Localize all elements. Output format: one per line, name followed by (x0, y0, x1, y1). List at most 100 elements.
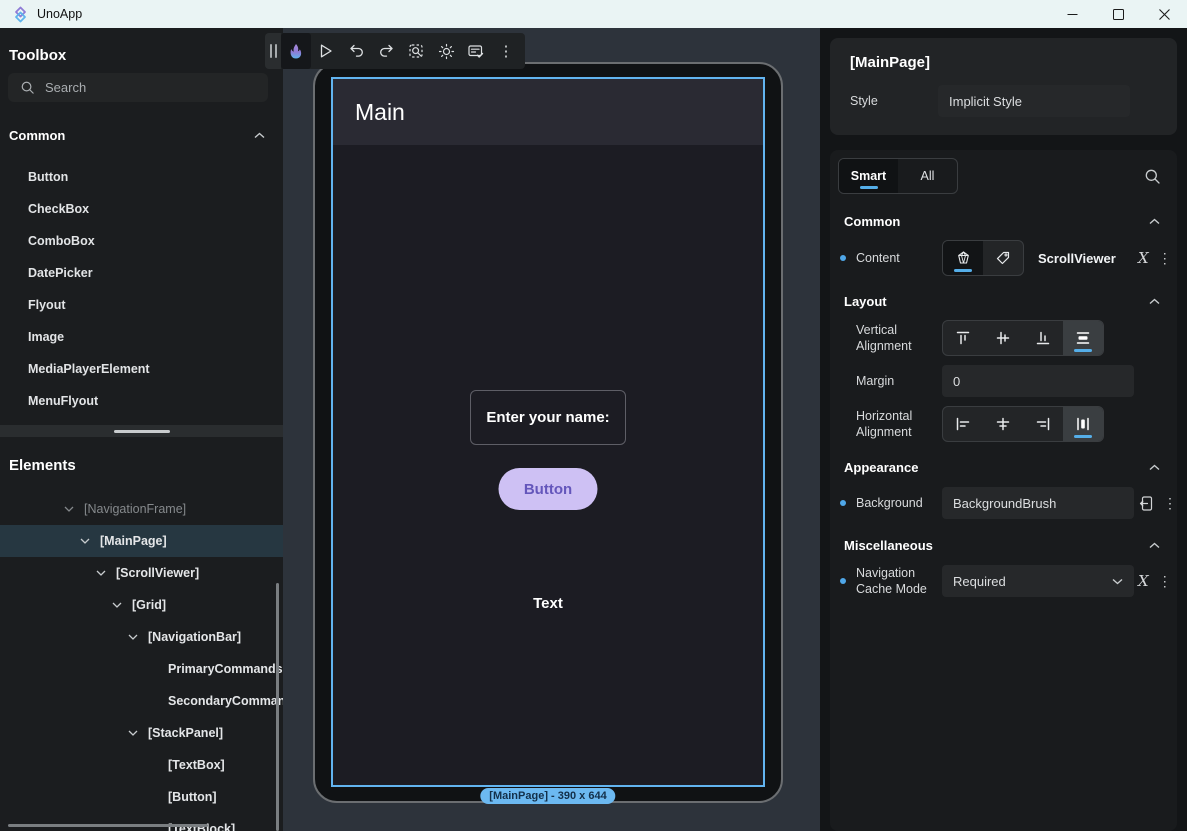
align-right-icon (1034, 415, 1052, 433)
tree-item-mainpage[interactable]: [MainPage] (0, 525, 283, 557)
chevron-down-icon[interactable] (128, 730, 148, 736)
tree-item-secondarycommands[interactable]: SecondaryCommands (0, 685, 283, 717)
content-tag-mode-button[interactable] (983, 241, 1023, 275)
selected-element-card: [MainPage] Style Implicit Style (830, 38, 1177, 135)
inspect-element-button[interactable] (401, 33, 431, 69)
tree-item-scrollviewer[interactable]: [ScrollViewer] (0, 557, 283, 589)
tree-item-button[interactable]: [Button] (0, 781, 283, 813)
content-value[interactable]: ScrollViewer (1038, 251, 1116, 266)
undo-button[interactable] (341, 33, 371, 69)
chevron-down-icon[interactable] (64, 506, 84, 512)
style-rules-button[interactable] (461, 33, 491, 69)
tree-item-grid[interactable]: [Grid] (0, 589, 283, 621)
search-input[interactable] (45, 80, 245, 95)
halign-center-button[interactable] (983, 407, 1023, 441)
content-element-mode-button[interactable] (943, 241, 983, 275)
toolbar-drag-handle[interactable] (265, 33, 281, 69)
inspect-icon (408, 43, 425, 60)
chevron-down-icon (1112, 578, 1123, 585)
tree-item-textbox[interactable]: [TextBox] (0, 749, 283, 781)
xaml-markup-icon[interactable]: X (1138, 249, 1149, 267)
valign-top-button[interactable] (943, 321, 983, 355)
toolbox-item-checkbox[interactable]: CheckBox (0, 193, 283, 225)
design-canvas[interactable]: Main Enter your name: Button Text [MainP… (283, 28, 820, 831)
toolbox-section-common[interactable]: Common (0, 121, 283, 149)
toolbox-search[interactable] (8, 73, 268, 102)
design-page-mainpage[interactable]: Main Enter your name: Button Text (331, 77, 765, 787)
toolbox-item-button[interactable]: Button (0, 161, 283, 193)
maximize-icon (1113, 9, 1124, 20)
minimize-button[interactable] (1049, 0, 1095, 28)
more-options-button[interactable]: ⋮ (491, 33, 521, 69)
valign-bottom-button[interactable] (1023, 321, 1063, 355)
elements-vertical-scrollbar[interactable] (276, 583, 279, 831)
design-textblock[interactable]: Text (533, 595, 563, 612)
resource-reference-icon[interactable] (1138, 495, 1154, 512)
halign-right-button[interactable] (1023, 407, 1063, 441)
halign-stretch-button[interactable] (1063, 407, 1103, 441)
elements-horizontal-scrollbar[interactable] (8, 824, 208, 827)
flame-icon (288, 43, 304, 60)
xaml-markup-icon[interactable]: X (1138, 572, 1149, 590)
margin-label: Margin (856, 373, 942, 389)
properties-tabs-row: Smart All (830, 150, 1177, 200)
kebab-menu-icon[interactable]: ⋮ (1158, 574, 1172, 588)
toolbox-item-mediaplayerelement[interactable]: MediaPlayerElement (0, 353, 283, 385)
play-button[interactable] (311, 33, 341, 69)
close-button[interactable] (1141, 0, 1187, 28)
toolbox-item-passwordbox[interactable]: PasswordBox (0, 417, 283, 425)
theme-toggle-button[interactable] (431, 33, 461, 69)
tag-icon (995, 250, 1011, 266)
section-appearance[interactable]: Appearance (830, 452, 1177, 482)
minimize-icon (1067, 9, 1078, 20)
toolbox-item-datepicker[interactable]: DatePicker (0, 257, 283, 289)
margin-input[interactable]: 0 (942, 365, 1134, 397)
tree-item-textblock[interactable]: [TextBlock] (0, 813, 283, 831)
elements-tree: [NavigationFrame] [MainPage] [ScrollView… (0, 493, 283, 831)
tree-item-stackpanel[interactable]: [StackPanel] (0, 717, 283, 749)
tab-all[interactable]: All (898, 159, 957, 193)
kebab-menu-icon[interactable]: ⋮ (1163, 496, 1177, 510)
section-layout[interactable]: Layout (830, 286, 1177, 316)
vertical-alignment-label: Vertical Alignment (856, 322, 942, 355)
chevron-down-icon[interactable] (128, 634, 148, 640)
modified-dot-icon (840, 578, 846, 584)
chevron-down-icon[interactable] (80, 538, 100, 544)
halign-left-button[interactable] (943, 407, 983, 441)
toolbox-item-combobox[interactable]: ComboBox (0, 225, 283, 257)
design-navigationbar[interactable]: Main (333, 79, 763, 145)
chevron-up-icon (1149, 464, 1160, 471)
valign-center-button[interactable] (983, 321, 1023, 355)
section-miscellaneous[interactable]: Miscellaneous (830, 530, 1177, 560)
search-icon[interactable] (1144, 168, 1161, 185)
background-input[interactable]: BackgroundBrush (942, 487, 1134, 519)
redo-button[interactable] (371, 33, 401, 69)
selection-size-badge: [MainPage] - 390 x 644 (480, 788, 615, 804)
valign-stretch-button[interactable] (1063, 321, 1103, 355)
design-button[interactable]: Button (499, 468, 598, 510)
maximize-button[interactable] (1095, 0, 1141, 28)
design-textbox[interactable]: Enter your name: (470, 390, 626, 445)
tree-item-navigationframe[interactable]: [NavigationFrame] (0, 493, 283, 525)
navigation-cache-mode-row: Navigation Cache Mode Required X ⋮ (830, 560, 1177, 602)
checklist-icon (467, 43, 485, 60)
chevron-down-icon[interactable] (96, 570, 116, 576)
tab-smart[interactable]: Smart (839, 159, 898, 193)
device-frame: Main Enter your name: Button Text [MainP… (313, 62, 783, 803)
toolbox-panel: Toolbox Common Button CheckBox (0, 28, 283, 425)
redo-icon (378, 43, 395, 59)
kebab-menu-icon[interactable]: ⋮ (1158, 251, 1172, 265)
section-common[interactable]: Common (830, 206, 1177, 236)
toolbox-item-menuflyout[interactable]: MenuFlyout (0, 385, 283, 417)
tree-item-navigationbar[interactable]: [NavigationBar] (0, 621, 283, 653)
toolbox-item-flyout[interactable]: Flyout (0, 289, 283, 321)
navigation-cache-mode-select[interactable]: Required (942, 565, 1134, 597)
hot-design-button[interactable] (281, 33, 311, 69)
tree-item-primarycommands[interactable]: PrimaryCommands (0, 653, 283, 685)
style-input[interactable]: Implicit Style (938, 85, 1130, 117)
panel-splitter[interactable] (0, 425, 283, 437)
toolbox-item-image[interactable]: Image (0, 321, 283, 353)
navigation-cache-mode-label: Navigation Cache Mode (856, 565, 942, 598)
toolbox-title: Toolbox (9, 47, 283, 64)
chevron-down-icon[interactable] (112, 602, 132, 608)
